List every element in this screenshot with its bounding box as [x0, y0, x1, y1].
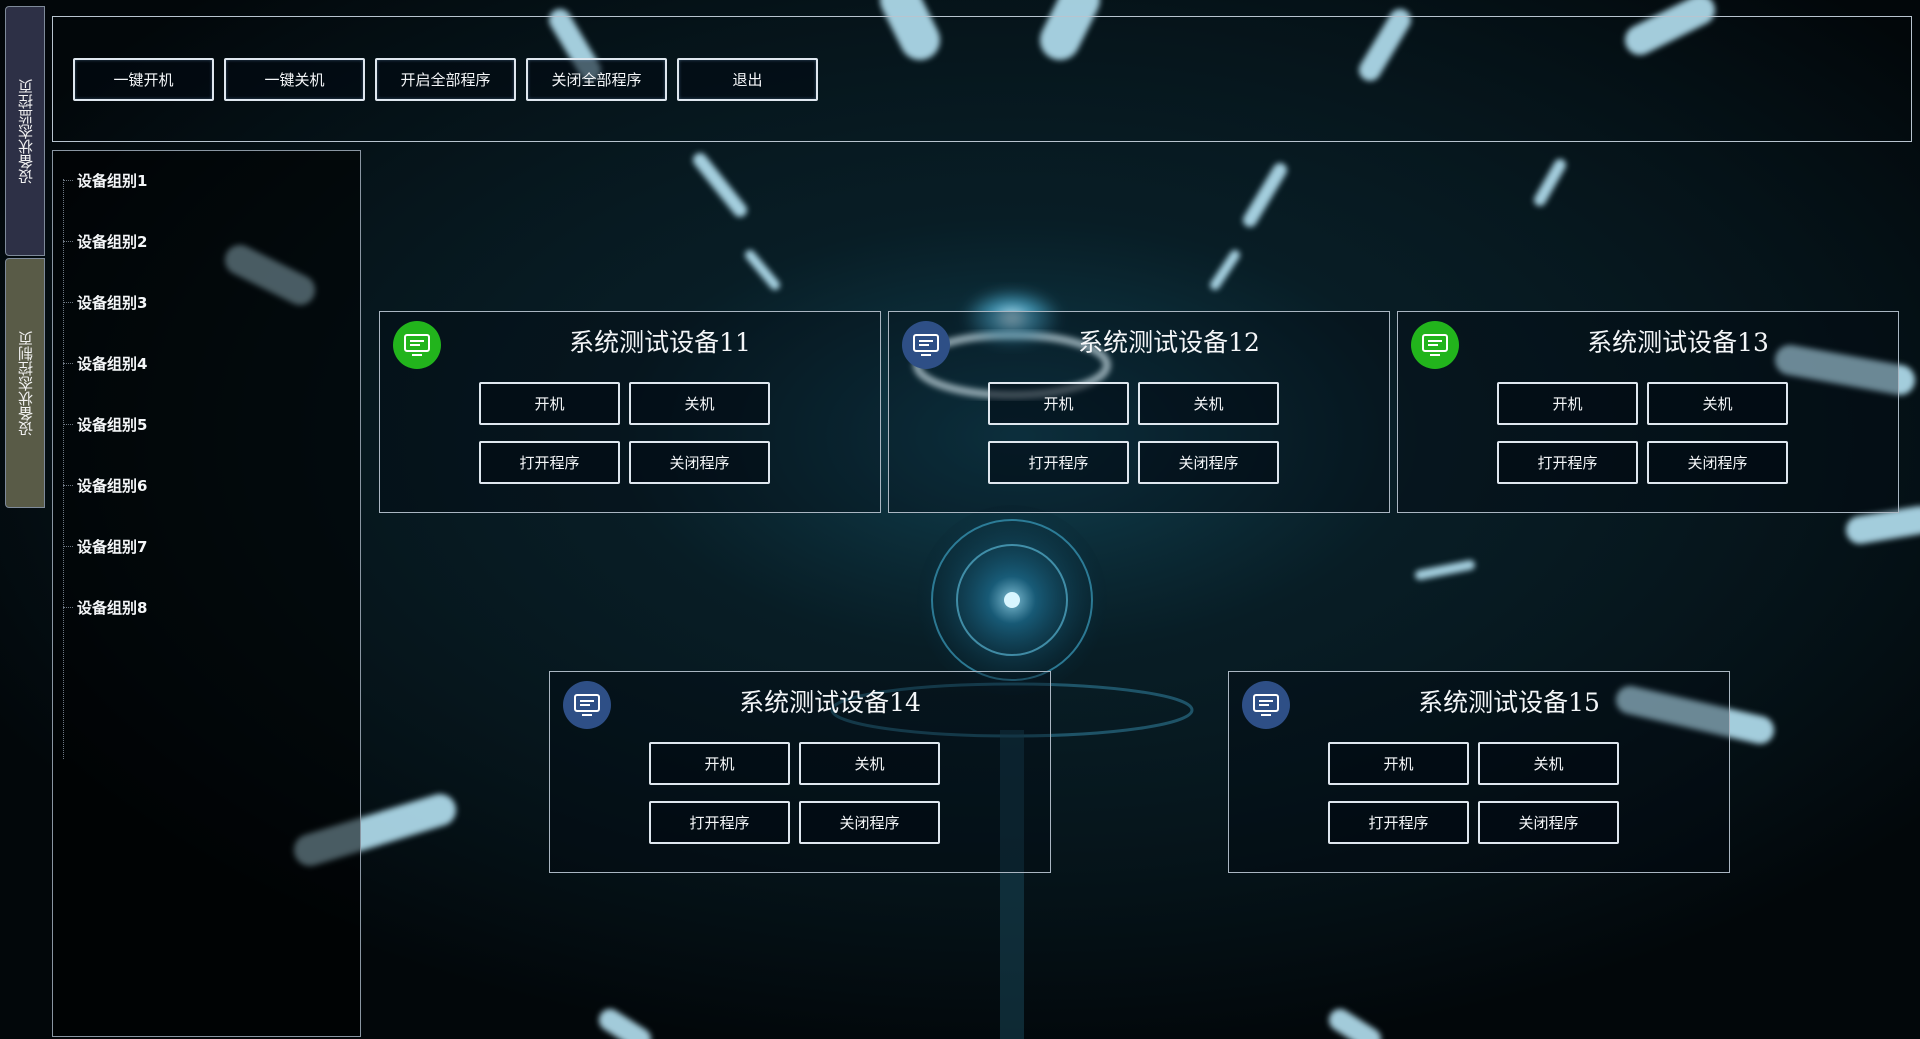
power-off-button[interactable]: 关机 — [799, 742, 940, 785]
device-card: 系统测试设备11 开机 关机 打开程序 关闭程序 — [379, 311, 881, 513]
open-program-button[interactable]: 打开程序 — [479, 441, 620, 484]
monitor-icon — [902, 321, 950, 369]
group-item-label: 设备组别4 — [77, 354, 148, 373]
group-item[interactable]: 设备组别4 — [63, 351, 147, 375]
tree-connector-line — [63, 179, 64, 759]
group-item[interactable]: 设备组别5 — [63, 412, 147, 436]
group-item[interactable]: 设备组别7 — [63, 534, 147, 558]
exit-button[interactable]: 退出 — [677, 58, 818, 101]
group-item[interactable]: 设备组别6 — [63, 473, 147, 497]
tab-device-status-control[interactable]: 设备状态控制页 — [5, 258, 45, 508]
power-on-button[interactable]: 开机 — [479, 382, 620, 425]
open-program-button[interactable]: 打开程序 — [988, 441, 1129, 484]
group-item-label: 设备组别2 — [77, 232, 148, 251]
global-toolbar: 一键开机 一键关机 开启全部程序 关闭全部程序 退出 — [52, 16, 1912, 142]
close-program-button[interactable]: 关闭程序 — [1478, 801, 1619, 844]
group-item[interactable]: 设备组别8 — [63, 595, 147, 619]
open-program-button[interactable]: 打开程序 — [649, 801, 790, 844]
device-name: 系统测试设备13 — [1587, 328, 1769, 357]
group-item-label: 设备组别5 — [77, 415, 148, 434]
group-item-label: 设备组别7 — [77, 537, 148, 556]
device-name: 系统测试设备12 — [1078, 328, 1260, 357]
monitor-icon — [1411, 321, 1459, 369]
power-on-button[interactable]: 开机 — [649, 742, 790, 785]
power-on-button[interactable]: 开机 — [988, 382, 1129, 425]
monitor-icon — [563, 681, 611, 729]
tab-device-status-monitor[interactable]: 设备状态监控页 — [5, 6, 45, 256]
power-on-button[interactable]: 开机 — [1328, 742, 1469, 785]
device-card: 系统测试设备15 开机 关机 打开程序 关闭程序 — [1228, 671, 1730, 873]
tab-control-label: 设备状态控制页 — [16, 330, 35, 436]
open-all-programs-button[interactable]: 开启全部程序 — [375, 58, 516, 101]
power-off-button[interactable]: 关机 — [1478, 742, 1619, 785]
close-program-button[interactable]: 关闭程序 — [1138, 441, 1279, 484]
group-item[interactable]: 设备组别3 — [63, 290, 147, 314]
close-program-button[interactable]: 关闭程序 — [629, 441, 770, 484]
device-card: 系统测试设备13 开机 关机 打开程序 关闭程序 — [1397, 311, 1899, 513]
device-name: 系统测试设备11 — [569, 328, 751, 357]
close-program-button[interactable]: 关闭程序 — [1647, 441, 1788, 484]
group-item-label: 设备组别6 — [77, 476, 148, 495]
close-program-button[interactable]: 关闭程序 — [799, 801, 940, 844]
group-item-label: 设备组别1 — [77, 171, 148, 190]
group-item-label: 设备组别3 — [77, 293, 148, 312]
power-off-button[interactable]: 关机 — [1138, 382, 1279, 425]
monitor-icon — [1242, 681, 1290, 729]
group-item-label: 设备组别8 — [77, 598, 148, 617]
power-on-all-button[interactable]: 一键开机 — [73, 58, 214, 101]
device-name: 系统测试设备14 — [739, 688, 921, 717]
group-item[interactable]: 设备组别2 — [63, 229, 147, 253]
power-off-button[interactable]: 关机 — [629, 382, 770, 425]
open-program-button[interactable]: 打开程序 — [1328, 801, 1469, 844]
open-program-button[interactable]: 打开程序 — [1497, 441, 1638, 484]
group-item[interactable]: 设备组别1 — [63, 168, 147, 192]
tab-monitor-label: 设备状态监控页 — [16, 78, 35, 184]
monitor-icon — [393, 321, 441, 369]
device-name: 系统测试设备15 — [1418, 688, 1600, 717]
power-on-button[interactable]: 开机 — [1497, 382, 1638, 425]
close-all-programs-button[interactable]: 关闭全部程序 — [526, 58, 667, 101]
device-card: 系统测试设备12 开机 关机 打开程序 关闭程序 — [888, 311, 1390, 513]
power-off-all-button[interactable]: 一键关机 — [224, 58, 365, 101]
device-group-panel: 设备组别1 设备组别2 设备组别3 设备组别4 设备组别5 设备组别6 设备组别… — [52, 150, 361, 1037]
device-card: 系统测试设备14 开机 关机 打开程序 关闭程序 — [549, 671, 1051, 873]
power-off-button[interactable]: 关机 — [1647, 382, 1788, 425]
